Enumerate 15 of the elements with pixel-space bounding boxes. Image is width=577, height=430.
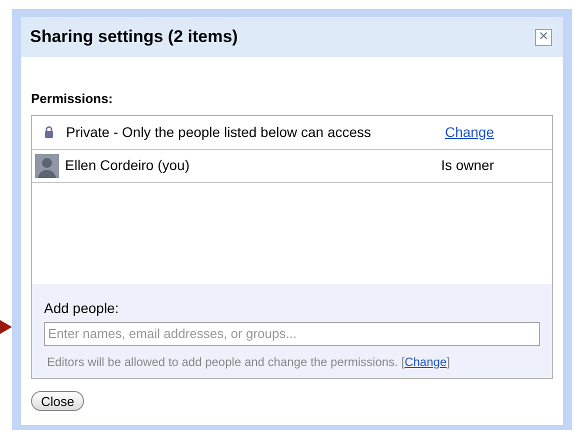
dialog-title: Sharing settings (2 items) [30,26,238,48]
close-icon[interactable]: × [535,28,552,46]
close-button[interactable]: Close [31,390,84,410]
change-link[interactable]: Change [404,354,447,368]
role-text: Is owner [441,156,494,175]
add-people-label: Add people: [44,298,120,318]
visibility-text: Private - Only the people listed below can access [66,122,372,142]
permissions-note: Editors will be allowed to add people and change the permissions. [Change] [47,354,451,370]
permissions-label: Permissions: [31,90,114,108]
lock-icon [44,126,54,138]
person-name: Ellen Cordeiro (you) [65,156,190,175]
pointer-arrow-icon [0,320,12,334]
change-link[interactable]: Change [444,122,494,142]
add-people-field[interactable]: Enter names, email addresses, or groups... [44,322,540,346]
avatar-icon [35,154,59,178]
